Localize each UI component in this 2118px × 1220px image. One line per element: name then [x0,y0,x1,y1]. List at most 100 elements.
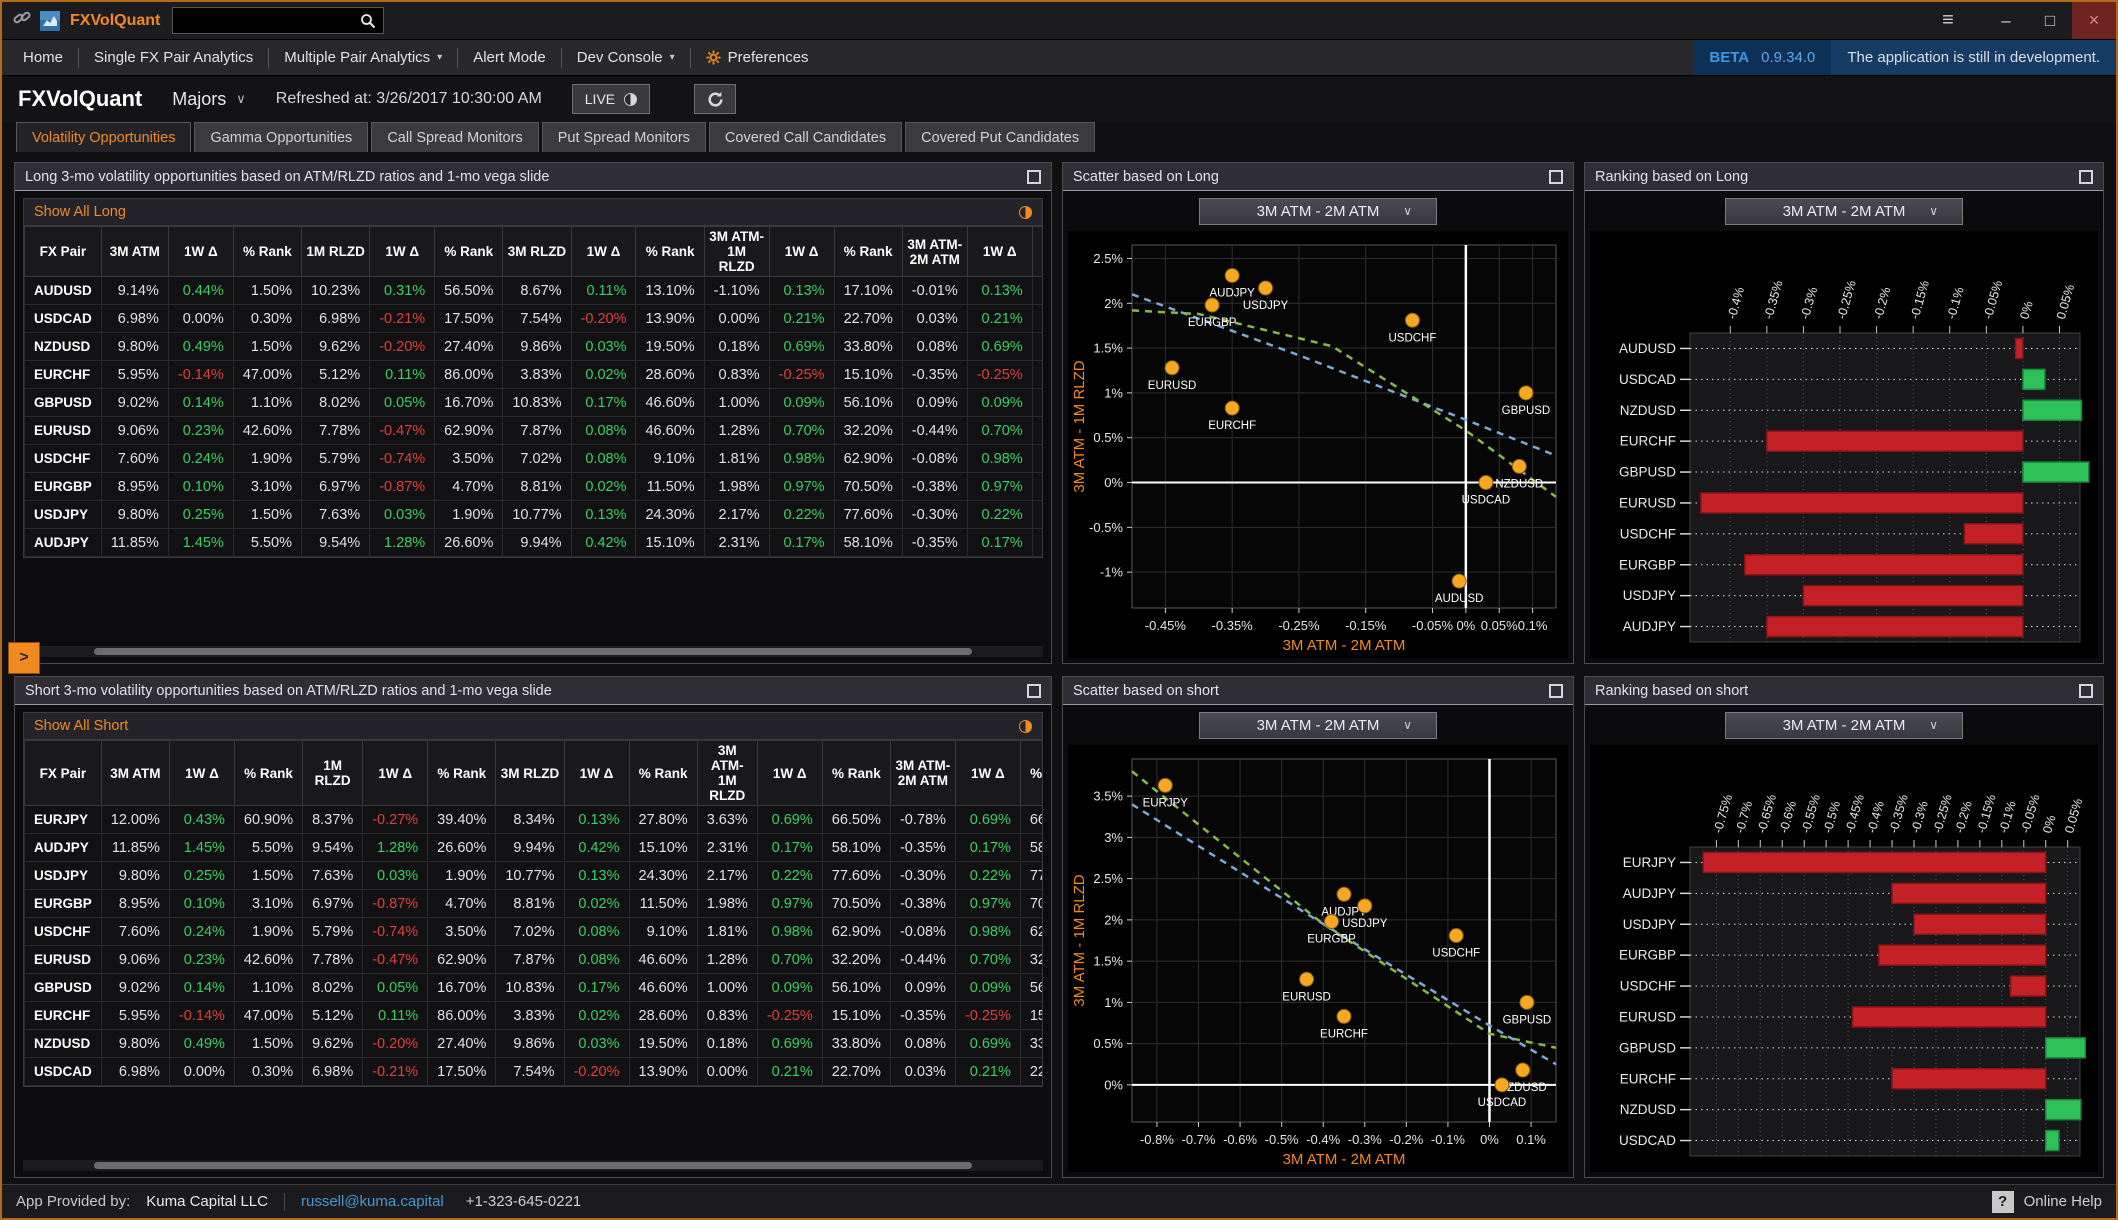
search-icon[interactable] [360,13,376,29]
menu-item-home[interactable]: Home [8,40,78,75]
table-row-usdcad[interactable]: USDCAD 6.98% 0.00% 0.30% 6.98% -0.21% 17.50% 7.… [24,304,1042,333]
scatter-point-eurusd[interactable] [1299,971,1315,987]
column-header[interactable]: 1W Δ [369,226,436,277]
table-row-eurusd[interactable]: EURUSD 9.06% 0.23% 42.60% 7.78% -0.47% 62.90% 7… [24,416,1042,445]
column-header[interactable]: 3M ATM- 1M RLZD [703,226,770,277]
bar-usdjpy[interactable] [1802,584,2024,607]
column-header[interactable]: 1W Δ [756,740,823,806]
tab-call-spread-monitors[interactable]: Call Spread Monitors [371,122,539,152]
link-icon[interactable] [12,8,32,33]
column-header[interactable]: 1W Δ [954,740,1021,806]
column-header[interactable]: 3M RLZD [502,226,572,277]
table-row-eurgbp[interactable]: EURGBP 8.95% 0.10% 3.10% 6.97% -0.87% 4.70% 8.8… [24,472,1042,501]
column-header[interactable]: 3M ATM- 2M ATM [889,740,956,806]
column-header[interactable]: % Rank [232,226,303,277]
horizontal-scrollbar[interactable] [23,646,1043,657]
scatter-point-gbpusd[interactable] [1519,994,1535,1010]
scatter-point-eurgbp[interactable] [1324,914,1340,930]
bar-usdchf[interactable] [1963,523,2024,545]
table-row-usdchf[interactable]: USDCHF 7.60% 0.24% 1.90% 5.79% -0.74% 3.50% 7.0… [24,444,1042,473]
scatter-point-usdcad[interactable] [1478,475,1494,491]
show-all-short-bar[interactable]: Show All Short [23,712,1043,739]
email-link[interactable]: russell@kuma.capital [301,1193,444,1210]
column-header[interactable]: 1M RLZD [302,740,364,806]
table-row-nzdusd[interactable]: NZDUSD 9.80% 0.49% 1.50% 9.62% -0.20% 27.40% 9.… [24,1029,1042,1058]
column-header[interactable]: 1W Δ [167,226,234,277]
scatter-point-audjpy[interactable] [1336,886,1352,902]
panel-checkbox[interactable] [1549,169,1563,184]
search-box[interactable] [172,7,385,34]
online-help-link[interactable]: Online Help [2024,1193,2102,1210]
bar-audjpy[interactable] [1766,615,2024,638]
scatter-point-nzdusd[interactable] [1511,458,1527,474]
table-row-eurjpy[interactable]: EURJPY 12.00% 0.43% 60.90% 8.37% -0.27% 39.40%… [24,805,1042,834]
column-header[interactable]: 3M ATM [100,226,169,277]
metric-dropdown[interactable]: 3M ATM - 2M ATM ∨ [1725,197,1963,225]
bar-usdchf[interactable] [2009,975,2047,997]
column-header[interactable]: 1W Δ [168,740,235,806]
column-header[interactable]: 1W Δ [966,226,1033,277]
scatter-point-eurchf[interactable] [1224,400,1240,416]
table-row-eurusd[interactable]: EURUSD 9.06% 0.23% 42.60% 7.78% -0.47% 62.90% 7… [24,945,1042,974]
horizontal-scrollbar[interactable] [23,1160,1043,1171]
close-button[interactable]: × [2072,2,2116,39]
column-header[interactable]: FX Pair [24,740,102,806]
table-row-eurchf[interactable]: EURCHF 5.95% -0.14% 47.00% 5.12% 0.11% 86.00% 3… [24,360,1042,389]
bar-eurjpy[interactable] [1702,851,2047,874]
tab-volatility-opportunities[interactable]: Volatility Opportunities [16,122,192,152]
metric-dropdown[interactable]: 3M ATM - 2M ATM ∨ [1199,197,1437,225]
live-toggle[interactable]: LIVE [571,84,651,114]
bar-gbpusd[interactable] [2044,1037,2087,1059]
table-row-usdjpy[interactable]: USDJPY 9.80% 0.25% 1.50% 7.63% 0.03% 1.90% 10.7… [24,500,1042,529]
table-row-usdchf[interactable]: USDCHF 7.60% 0.24% 1.90% 5.79% -0.74% 3.50% 7.0… [24,917,1042,946]
window-menu-button[interactable]: ≡ [1926,2,1970,39]
bar-eurusd[interactable] [1851,1006,2047,1028]
column-header[interactable]: 1W Δ [563,740,630,806]
help-icon[interactable]: ? [1991,1190,2014,1213]
bar-eurgbp[interactable] [1744,554,2024,576]
bar-gbpusd[interactable] [2022,461,2090,483]
menu-item-dev-console[interactable]: Dev Console ▾ [562,40,690,75]
menu-item-preferences[interactable]: Preferences [691,40,824,75]
bar-nzdusd[interactable] [2022,399,2083,421]
bar-audusd[interactable] [2014,337,2024,360]
scatter-point-audjpy[interactable] [1224,267,1240,283]
bar-usdcad[interactable] [2044,1129,2060,1152]
table-row-gbpusd[interactable]: GBPUSD 9.02% 0.14% 1.10% 8.02% 0.05% 16.70% 10.… [24,388,1042,417]
column-header[interactable]: 3M ATM- 1M RLZD [696,740,758,806]
column-header[interactable]: % Rank [1019,740,1042,806]
column-header[interactable]: 3M ATM- 2M ATM [901,226,968,277]
bar-usdcad[interactable] [2022,368,2046,391]
search-input[interactable] [180,12,361,29]
expand-panel-button[interactable]: > [8,642,40,674]
table-row-audjpy[interactable]: AUDJPY 11.85% 1.45% 5.50% 9.54% 1.28% 26.60% 9.… [24,833,1042,862]
column-header[interactable]: % Rank [833,226,903,277]
scrollbar-thumb[interactable] [94,1162,972,1169]
panel-checkbox[interactable] [1027,683,1041,698]
scatter-point-usdcad[interactable] [1494,1077,1510,1093]
column-header[interactable]: 1M RLZD [301,226,371,277]
scatter-point-eurchf[interactable] [1336,1008,1352,1024]
column-header[interactable]: % Rank [233,740,304,806]
show-all-long-bar[interactable]: Show All Long [23,198,1043,225]
scatter-point-eurgbp[interactable] [1204,297,1220,313]
menu-item-alert-mode[interactable]: Alert Mode [458,40,561,75]
pair-group-dropdown[interactable]: Majors ∨ [172,89,246,110]
bar-audjpy[interactable] [1891,882,2047,905]
column-toggle-icon[interactable] [1019,719,1032,733]
column-header[interactable]: % Rank [427,740,497,806]
bar-eurchf[interactable] [1891,1068,2047,1090]
scatter-point-eurjpy[interactable] [1157,777,1173,793]
bar-eurgbp[interactable] [1878,944,2047,966]
column-toggle-icon[interactable] [1019,205,1032,219]
menu-item-multiple-pair-analytics[interactable]: Multiple Pair Analytics ▾ [269,40,457,75]
column-header[interactable]: % Rank [635,226,705,277]
column-header[interactable]: 1W Δ [768,226,835,277]
panel-checkbox[interactable] [2079,683,2093,698]
metric-dropdown[interactable]: 3M ATM - 2M ATM ∨ [1725,711,1963,739]
bar-eurusd[interactable] [1700,492,2024,514]
table-row-gbpusd[interactable]: GBPUSD 9.02% 0.14% 1.10% 8.02% 0.05% 16.70% 10.… [24,973,1042,1002]
column-header[interactable]: 1W Δ [362,740,429,806]
table-row-eurchf[interactable]: EURCHF 5.95% -0.14% 47.00% 5.12% 0.11% 86.00% 3… [24,1001,1042,1030]
table-row-audjpy[interactable]: AUDJPY 11.85% 1.45% 5.50% 9.54% 1.28% 26.60% 9.… [24,528,1042,557]
